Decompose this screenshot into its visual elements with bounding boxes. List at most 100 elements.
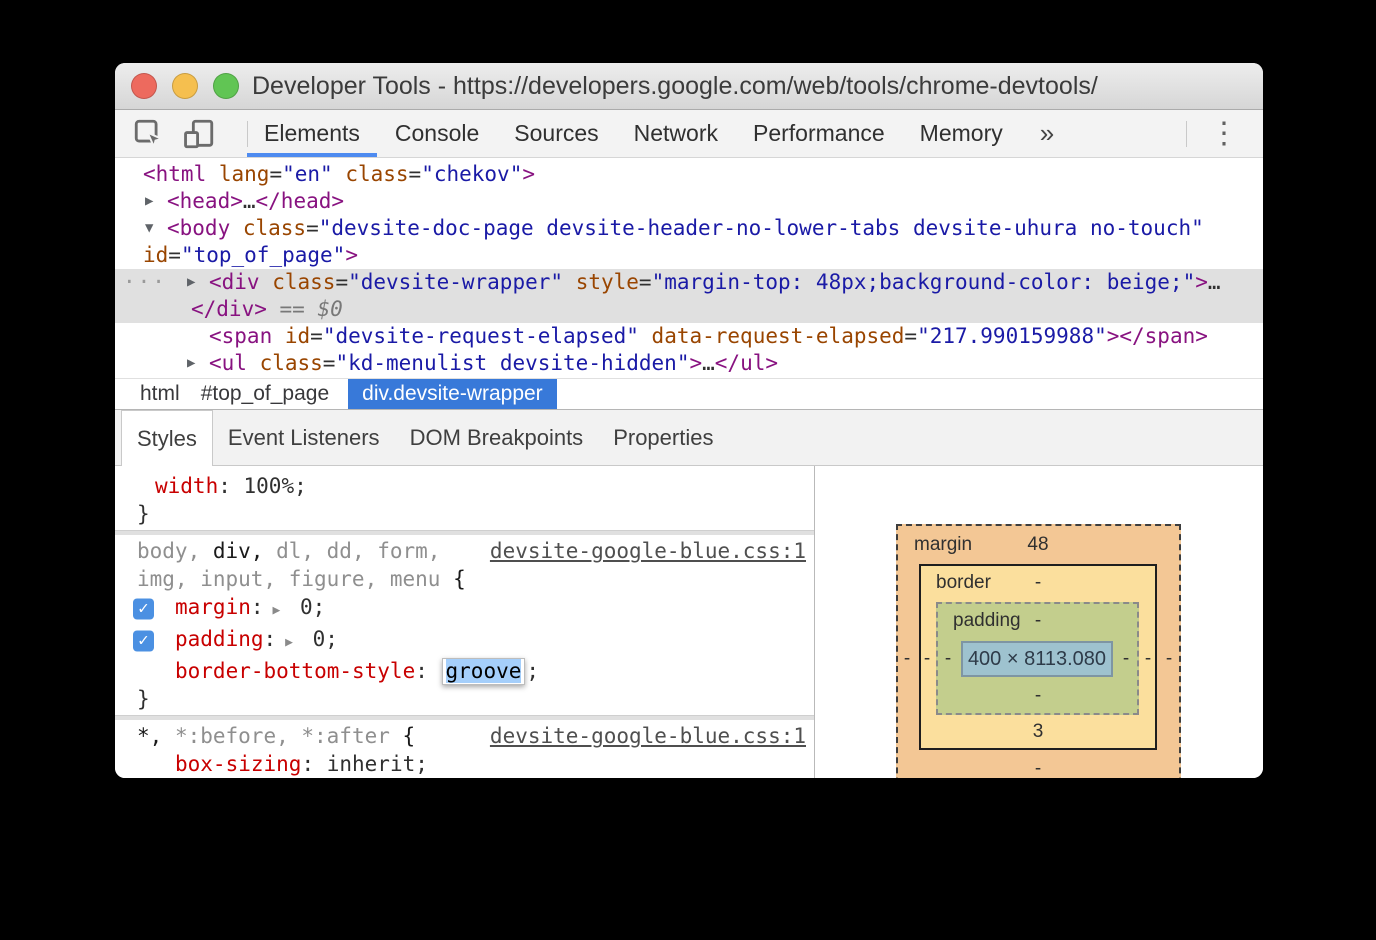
close-brace: } xyxy=(115,685,814,713)
expand-value-icon[interactable]: ▶ xyxy=(273,603,281,618)
sidebar-tab-properties[interactable]: Properties xyxy=(598,410,728,466)
code-token: <div xyxy=(209,270,272,294)
tab-memory[interactable]: Memory xyxy=(920,110,1003,157)
code-token: </ul> xyxy=(715,351,778,375)
elements-sidebar: width: 100%;} body, div, dl, dd, form, im… xyxy=(115,466,1263,778)
stylesheet-link[interactable]: devsite-google-blue.css:1 xyxy=(490,537,806,565)
styles-pane: width: 100%;} body, div, dl, dd, form, im… xyxy=(115,466,815,778)
tab-network[interactable]: Network xyxy=(634,110,718,157)
sidebar-tab-dom-breakpoints[interactable]: DOM Breakpoints xyxy=(395,410,599,466)
box-model-content-box[interactable]: 400 × 8113.080 xyxy=(961,641,1113,677)
code-line: ▶<head>…</head> xyxy=(115,188,1263,215)
property-name: box-sizing xyxy=(175,752,301,776)
property-checkbox[interactable]: ✓ xyxy=(133,631,154,652)
selector-segment: *, xyxy=(137,724,162,748)
code-token xyxy=(639,324,652,348)
crumb-html[interactable]: html xyxy=(138,379,182,409)
property-name: margin xyxy=(175,595,251,619)
tree-row[interactable]: ▼<body class="devsite-doc-page devsite-h… xyxy=(115,215,1263,269)
code-token: = xyxy=(306,216,319,240)
tree-row[interactable]: <span id="devsite-request-elapsed" data-… xyxy=(115,323,1263,350)
style-declaration[interactable]: border-bottom-style: groove; xyxy=(115,657,814,685)
property-value: 0; xyxy=(300,627,338,651)
panel-tabs: Elements Console Sources Network Performance… xyxy=(264,110,1038,157)
breadcrumb-bar: html #top_of_page div.devsite-wrapper xyxy=(115,378,1263,410)
border-left-value[interactable]: - xyxy=(924,648,930,670)
style-declaration[interactable]: ✓margin:▶ 0; xyxy=(115,593,814,625)
code-token: > xyxy=(1195,270,1208,294)
property-value: 100%; xyxy=(244,474,307,498)
stylesheet-link[interactable]: devsite-google-blue.css:1 xyxy=(490,722,806,750)
property-name: border-bottom-style xyxy=(175,659,415,683)
tree-row[interactable]: ···▶<div class="devsite-wrapper" style="… xyxy=(115,269,1263,323)
tab-performance[interactable]: Performance xyxy=(753,110,885,157)
code-token: = xyxy=(904,324,917,348)
crumb--top-of-page[interactable]: #top_of_page xyxy=(199,379,331,409)
padding-bottom-value[interactable]: - xyxy=(1035,685,1041,707)
twisty-icon[interactable]: ▶ xyxy=(187,350,195,377)
margin-top-value[interactable]: 48 xyxy=(1027,534,1048,556)
style-declaration[interactable]: width: 100%; xyxy=(115,472,814,500)
code-token: id xyxy=(285,324,310,348)
code-line: ▶<ul class="kd-menulist devsite-hidden">… xyxy=(115,350,1263,377)
code-token: style xyxy=(576,270,639,294)
padding-top-value[interactable]: - xyxy=(1035,610,1041,632)
border-right-value[interactable]: - xyxy=(1145,648,1151,670)
tab-sources[interactable]: Sources xyxy=(514,110,598,157)
more-panels-chevron[interactable]: » xyxy=(1040,118,1054,149)
twisty-icon[interactable]: ▼ xyxy=(145,215,153,242)
box-model-diagram[interactable]: 400 × 8113.080 margin 48 border - paddin… xyxy=(896,524,1181,778)
style-rule: *, *:before, *:after { devsite-google-blu… xyxy=(115,722,814,778)
style-declaration[interactable]: ✓padding:▶ 0; xyxy=(115,625,814,657)
margin-bottom-value[interactable]: - xyxy=(1035,758,1041,778)
code-token: </head> xyxy=(256,189,345,213)
margin-left-value[interactable]: - xyxy=(904,648,910,670)
property-checkbox[interactable]: ✓ xyxy=(133,599,154,620)
border-top-value[interactable]: - xyxy=(1035,572,1041,594)
code-token: <span xyxy=(209,324,285,348)
minimize-window-button[interactable] xyxy=(172,73,198,99)
padding-left-value[interactable]: - xyxy=(945,648,951,670)
window-titlebar[interactable]: Developer Tools - https://developers.goo… xyxy=(115,63,1263,110)
tree-row[interactable]: ▶<ul class="kd-menulist devsite-hidden">… xyxy=(115,350,1263,377)
code-token xyxy=(563,270,576,294)
code-token: class xyxy=(243,216,306,240)
twisty-icon[interactable]: ▶ xyxy=(145,188,153,215)
code-token: class xyxy=(345,162,408,186)
border-bottom-value[interactable]: 3 xyxy=(1033,721,1044,743)
selector-segment: { xyxy=(453,567,466,591)
tab-console[interactable]: Console xyxy=(395,110,479,157)
twisty-icon[interactable]: ▶ xyxy=(187,269,195,296)
overflow-menu-icon[interactable]: ⋮ xyxy=(1209,119,1239,149)
tree-row[interactable]: <html lang="en" class="chekov"> xyxy=(115,161,1263,188)
code-line: </div> == $0 xyxy=(115,296,1263,323)
close-window-button[interactable] xyxy=(131,73,157,99)
sidebar-tab-event-listeners[interactable]: Event Listeners xyxy=(213,410,395,466)
colon: : xyxy=(218,474,243,498)
metrics-pane: 400 × 8113.080 margin 48 border - paddin… xyxy=(815,466,1263,778)
border-label: border xyxy=(936,572,991,594)
rule-selector[interactable]: *, *:before, *:after { xyxy=(137,722,415,750)
rule-selector[interactable]: body, div, dl, dd, form, img, input, fig… xyxy=(137,537,489,593)
code-token: "en" xyxy=(282,162,333,186)
code-token: data-request-elapsed xyxy=(652,324,905,348)
tab-elements[interactable]: Elements xyxy=(264,110,360,157)
code-token: "top_of_page" xyxy=(181,243,345,267)
tree-row[interactable]: ▶<head>…</head> xyxy=(115,188,1263,215)
code-token: = xyxy=(310,324,323,348)
padding-right-value[interactable]: - xyxy=(1123,648,1129,670)
sidebar-tab-styles[interactable]: Styles xyxy=(121,410,213,466)
expand-value-icon[interactable]: ▶ xyxy=(285,635,293,650)
crumb-div-devsite-wrapper[interactable]: div.devsite-wrapper xyxy=(348,379,557,409)
colon: : xyxy=(301,752,326,776)
inspect-element-icon[interactable] xyxy=(131,116,167,152)
margin-right-value[interactable]: - xyxy=(1166,648,1172,670)
style-declaration[interactable]: box-sizing: inherit; xyxy=(115,750,814,778)
zoom-window-button[interactable] xyxy=(213,73,239,99)
style-rule: body, div, dl, dd, form, img, input, fig… xyxy=(115,537,814,713)
code-token: id xyxy=(143,243,168,267)
toolbar-divider xyxy=(247,121,248,147)
code-line: <html lang="en" class="chekov"> xyxy=(115,161,1263,188)
device-toolbar-icon[interactable] xyxy=(181,116,217,152)
value-edit-field[interactable]: groove xyxy=(442,658,526,685)
